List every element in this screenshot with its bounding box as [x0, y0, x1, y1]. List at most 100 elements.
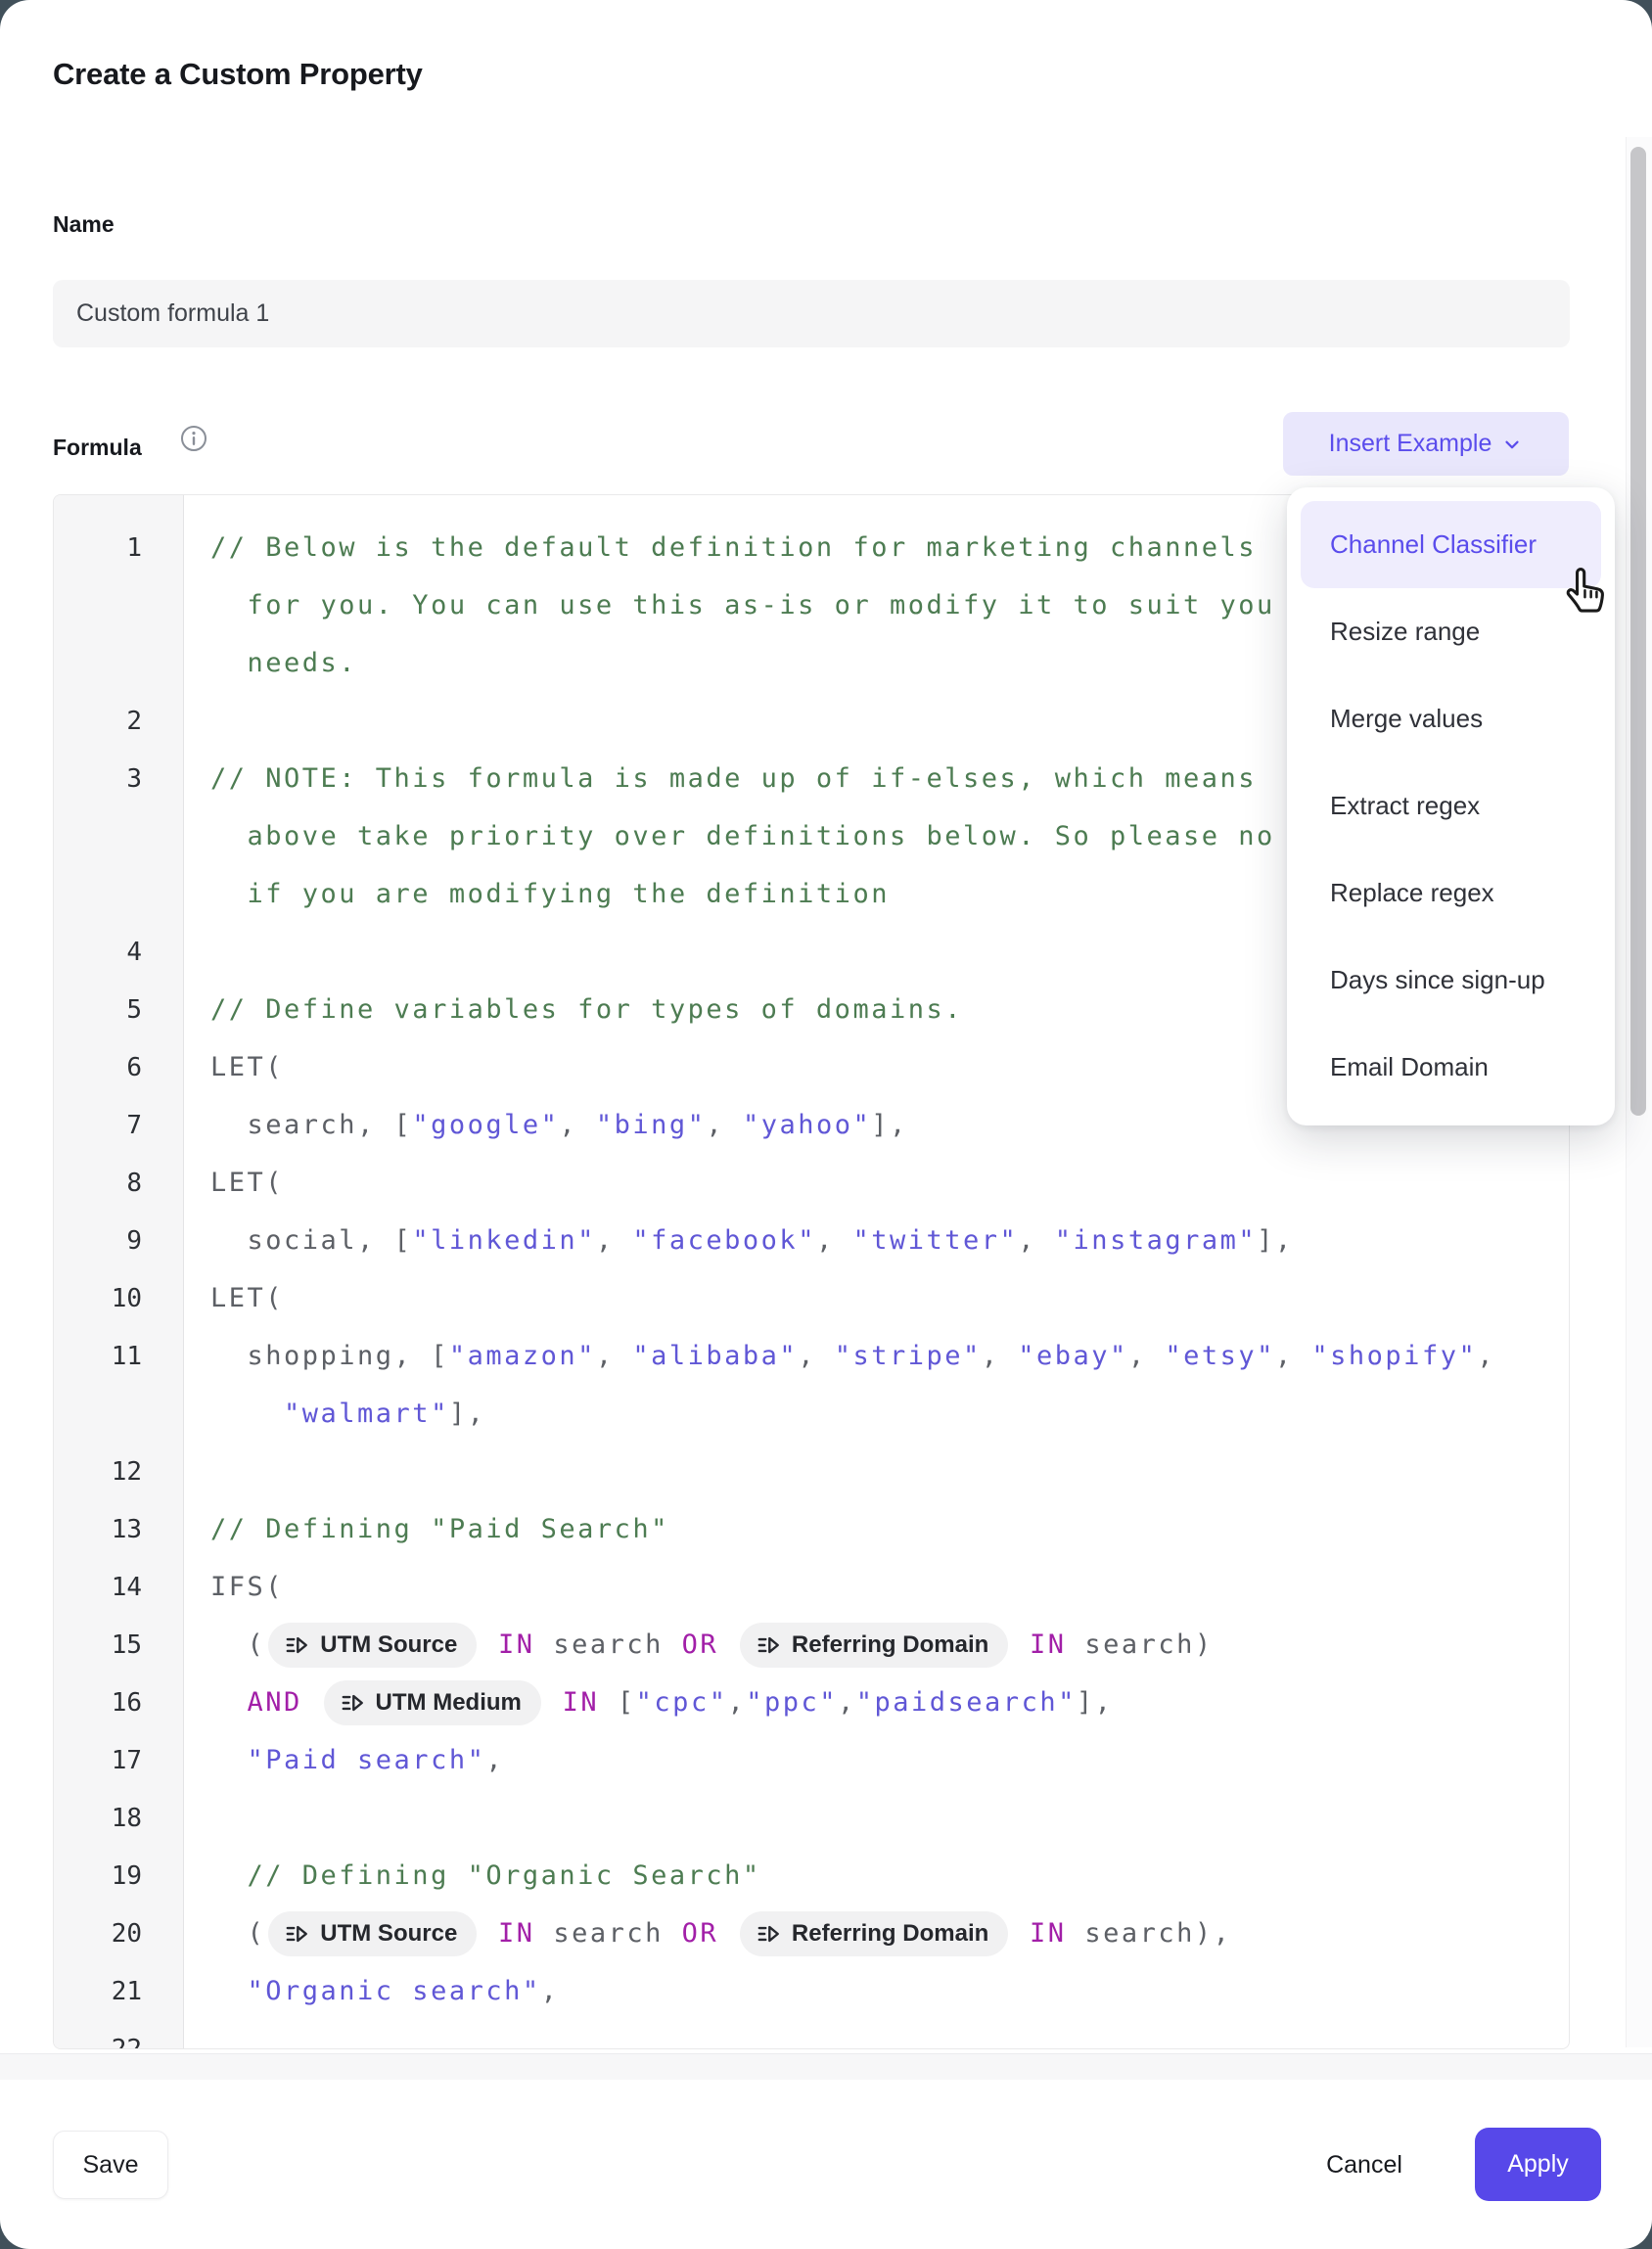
- footer-divider: [0, 2053, 1652, 2080]
- code-string: "google": [412, 1110, 559, 1140]
- property-icon: [756, 1632, 781, 1658]
- code-row: 14 IFS(: [54, 1558, 1569, 1616]
- property-pill-utm-source[interactable]: UTM Source: [268, 1623, 477, 1668]
- create-custom-property-modal: Create a Custom Property Name Formula In…: [0, 0, 1652, 2249]
- code-line: LET(: [183, 1283, 284, 1313]
- line-number: 5: [54, 995, 183, 1025]
- code-line: (UTM Source IN search OR Referring Domai…: [183, 1623, 1214, 1668]
- info-icon[interactable]: [180, 425, 207, 452]
- property-pill-referring-domain[interactable]: Referring Domain: [740, 1623, 1008, 1668]
- line-number: 3: [54, 764, 183, 794]
- code-text: social, [: [210, 1225, 412, 1256]
- line-number: 22: [54, 2035, 183, 2050]
- property-pill-utm-source[interactable]: UTM Source: [268, 1911, 477, 1956]
- insert-example-menu: Channel ClassifierResize rangeMerge valu…: [1287, 487, 1615, 1125]
- code-string: "twitter": [852, 1225, 1018, 1256]
- code-text: search: [535, 1629, 682, 1660]
- menu-item-channel-classifier[interactable]: Channel Classifier: [1301, 501, 1601, 588]
- code-text: ,: [816, 1225, 853, 1256]
- code-keyword: IN: [480, 1629, 534, 1660]
- code-line: "walmart"],: [183, 1399, 485, 1429]
- line-number: 13: [54, 1515, 183, 1544]
- code-line: if you are modifying the definition: [183, 879, 890, 909]
- save-button[interactable]: Save: [53, 2131, 168, 2199]
- cancel-button[interactable]: Cancel: [1296, 2143, 1433, 2186]
- property-pill-label: Referring Domain: [792, 1920, 988, 1948]
- line-number: 2: [54, 707, 183, 736]
- code-comment: for you. You can use this as-is or modif…: [210, 590, 1275, 620]
- property-pill-label: Referring Domain: [792, 1631, 988, 1659]
- line-number: 9: [54, 1226, 183, 1256]
- menu-item-replace-regex[interactable]: Replace regex: [1301, 849, 1601, 937]
- code-line: social, ["linkedin", "facebook", "twitte…: [183, 1225, 1294, 1256]
- property-icon: [284, 1921, 309, 1947]
- code-line: LET(: [183, 1168, 284, 1198]
- code-line: // Defining "Organic Search": [183, 1860, 761, 1891]
- code-row: 9 social, ["linkedin", "facebook", "twit…: [54, 1212, 1569, 1269]
- chevron-down-icon: [1501, 434, 1523, 455]
- code-keyword: OR: [682, 1918, 719, 1949]
- code-text: ,: [596, 1225, 633, 1256]
- code-comment: // NOTE: This formula is made up of if-e…: [210, 763, 1257, 794]
- code-row: 15 (UTM Source IN search OR Referring Do…: [54, 1616, 1569, 1674]
- code-row: 16 AND UTM Medium IN ["cpc","ppc","paids…: [54, 1674, 1569, 1731]
- line-number: 7: [54, 1111, 183, 1140]
- menu-item-extract-regex[interactable]: Extract regex: [1301, 762, 1601, 849]
- code-text: ],: [1077, 1687, 1114, 1718]
- line-number: 17: [54, 1746, 183, 1775]
- line-number: 16: [54, 1688, 183, 1718]
- menu-item-days-since-sign-up[interactable]: Days since sign-up: [1301, 937, 1601, 1024]
- line-number: 11: [54, 1342, 183, 1371]
- code-text: shopping, [: [210, 1341, 449, 1371]
- code-string: "yahoo": [743, 1110, 871, 1140]
- property-icon: [340, 1690, 365, 1716]
- code-line: // Below is the default definition for m…: [183, 532, 1257, 563]
- code-text: ,: [1275, 1341, 1312, 1371]
- code-string: "alibaba": [632, 1341, 798, 1371]
- code-text: ],: [871, 1110, 908, 1140]
- code-text: LET(: [210, 1168, 284, 1198]
- property-icon: [756, 1921, 781, 1947]
- page-title: Create a Custom Property: [53, 57, 423, 92]
- code-text: [: [599, 1687, 636, 1718]
- line-number: 14: [54, 1573, 183, 1602]
- name-input[interactable]: [53, 280, 1570, 347]
- code-text: (: [210, 1629, 265, 1660]
- code-comment: above take priority over definitions bel…: [210, 821, 1275, 851]
- code-string: "stripe": [835, 1341, 982, 1371]
- code-text: ,: [596, 1341, 633, 1371]
- code-text: [302, 1687, 321, 1718]
- line-number: 4: [54, 938, 183, 967]
- line-number: 1: [54, 533, 183, 563]
- code-string: "Paid search": [210, 1745, 485, 1775]
- property-pill-referring-domain[interactable]: Referring Domain: [740, 1911, 1008, 1956]
- code-text: search, [: [210, 1110, 412, 1140]
- formula-label: Formula: [53, 435, 142, 461]
- code-string: "etsy": [1165, 1341, 1275, 1371]
- code-line: "Organic search",: [183, 1976, 559, 2006]
- scrollbar-thumb[interactable]: [1630, 147, 1646, 1116]
- code-text: [718, 1918, 737, 1949]
- line-number: 18: [54, 1804, 183, 1833]
- code-text: IFS(: [210, 1572, 284, 1602]
- property-pill-label: UTM Medium: [376, 1689, 522, 1717]
- menu-item-merge-values[interactable]: Merge values: [1301, 675, 1601, 762]
- code-text: search),: [1067, 1918, 1232, 1949]
- apply-button[interactable]: Apply: [1475, 2128, 1601, 2201]
- code-row: 10LET(: [54, 1269, 1569, 1327]
- menu-item-email-domain[interactable]: Email Domain: [1301, 1024, 1601, 1111]
- menu-item-resize-range[interactable]: Resize range: [1301, 588, 1601, 675]
- line-number: 6: [54, 1053, 183, 1082]
- insert-example-button[interactable]: Insert Example: [1283, 412, 1569, 476]
- name-label: Name: [53, 211, 115, 238]
- line-number: 20: [54, 1919, 183, 1949]
- code-text: ,: [559, 1110, 596, 1140]
- code-string: "walmart": [210, 1399, 449, 1429]
- code-comment: // Define variables for types of domains…: [210, 994, 963, 1025]
- line-number: 10: [54, 1284, 183, 1313]
- code-line: // NOTE: This formula is made up of if-e…: [183, 763, 1257, 794]
- code-string: "amazon": [449, 1341, 596, 1371]
- property-pill-label: UTM Source: [320, 1920, 457, 1948]
- screen: Create a Custom Property Name Formula In…: [0, 0, 1652, 2249]
- property-pill-utm-medium[interactable]: UTM Medium: [324, 1680, 541, 1725]
